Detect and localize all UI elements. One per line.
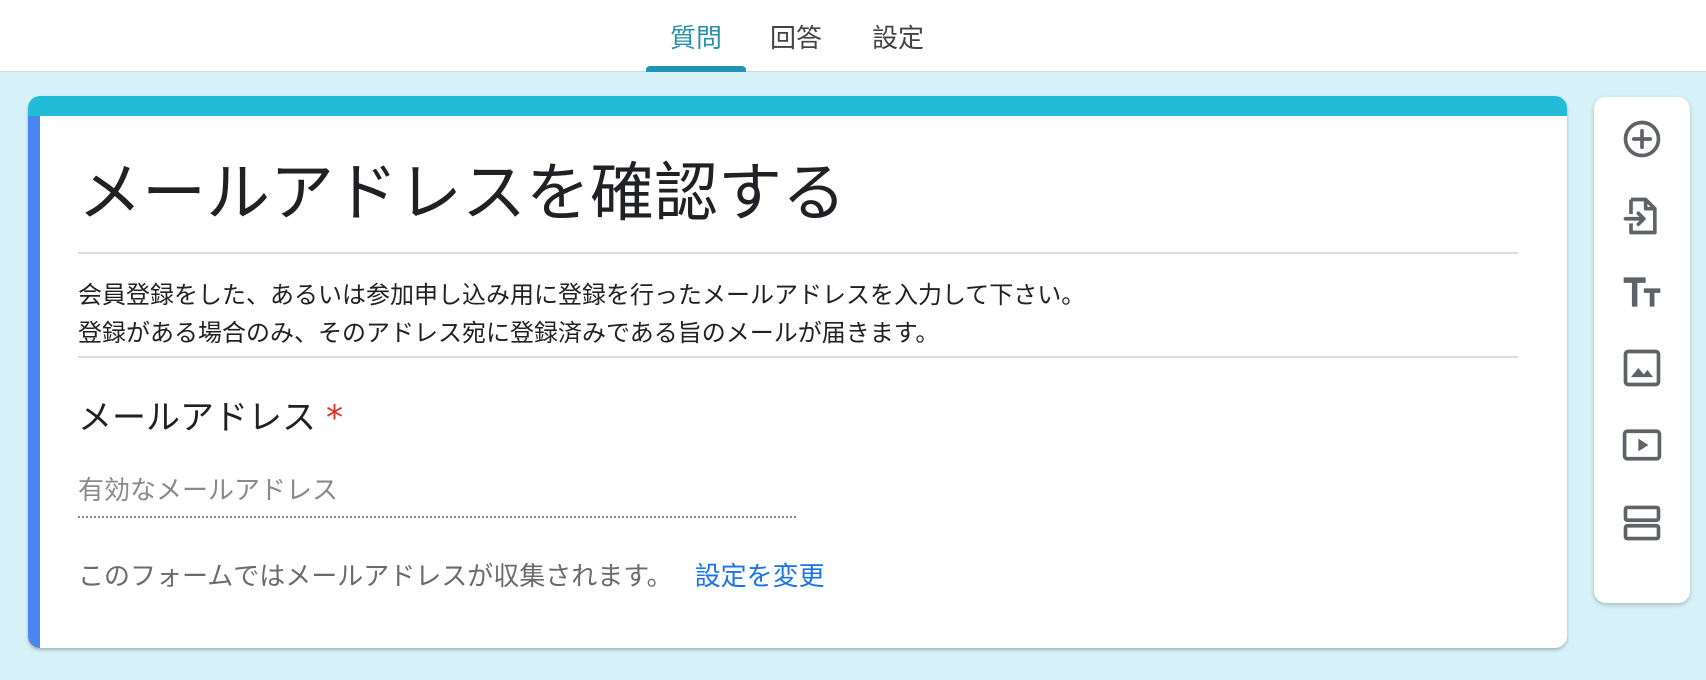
form-description[interactable]: 会員登録をした、あるいは参加申し込み用に登録を行ったメールアドレスを入力して下さ… [78, 276, 1518, 358]
email-field[interactable] [78, 466, 796, 518]
add-video-icon [1622, 429, 1662, 461]
email-collection-note: このフォームではメールアドレスが収集されます。 設定を変更 [78, 556, 825, 593]
top-bar: 質問 回答 設定 [0, 0, 1706, 72]
add-section-button[interactable] [1616, 497, 1668, 549]
add-image-icon [1623, 349, 1661, 387]
import-questions-icon [1623, 197, 1657, 235]
form-description-line-2: 登録がある場合のみ、そのアドレス宛に登録済みである旨のメールが届きます。 [78, 319, 940, 347]
add-image-button[interactable] [1616, 342, 1668, 394]
question-label: メールアドレス * [78, 390, 343, 439]
import-questions-button[interactable] [1616, 190, 1668, 242]
collection-note-text: このフォームではメールアドレスが収集されます。 [78, 562, 673, 592]
add-title-icon [1623, 277, 1661, 307]
tab-questions[interactable]: 質問 [646, 0, 747, 72]
question-label-text: メールアドレス [78, 398, 316, 438]
form-description-line-1: 会員登録をした、あるいは参加申し込み用に登録を行ったメールアドレスを入力して下さ… [78, 281, 1086, 309]
add-video-button[interactable] [1616, 419, 1668, 471]
tab-responses[interactable]: 回答 [746, 0, 848, 72]
tab-bar: 質問 回答 設定 [646, 0, 948, 72]
question-toolbar [1594, 97, 1690, 603]
add-section-icon [1623, 505, 1661, 541]
add-question-icon [1623, 120, 1661, 158]
add-question-button[interactable] [1616, 113, 1668, 165]
card-focus-bar [28, 116, 40, 648]
change-settings-link[interactable]: 設定を変更 [695, 562, 825, 592]
card-accent-band [28, 96, 1567, 116]
tab-settings[interactable]: 設定 [848, 0, 948, 72]
required-asterisk: * [326, 398, 343, 438]
add-title-button[interactable] [1616, 266, 1668, 318]
form-title[interactable]: メールアドレスを確認する [78, 154, 1518, 254]
form-card: メールアドレスを確認する 会員登録をした、あるいは参加申し込み用に登録を行ったメ… [28, 96, 1567, 648]
